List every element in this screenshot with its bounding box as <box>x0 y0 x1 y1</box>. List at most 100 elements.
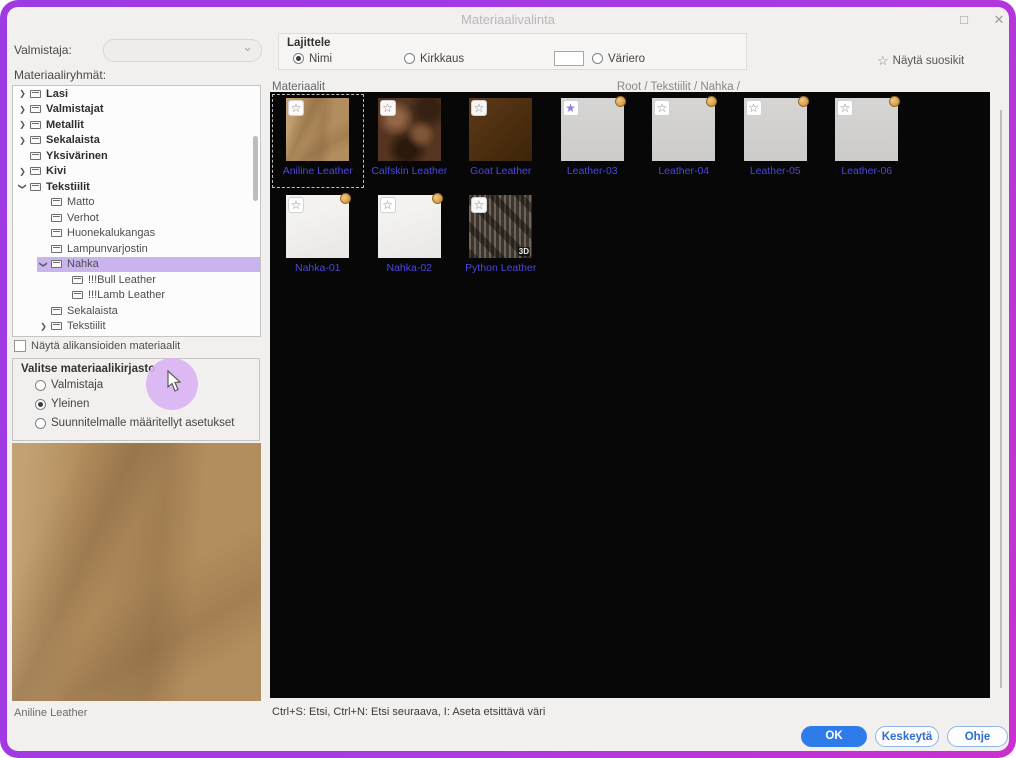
material-item-label: Leather-04 <box>638 165 730 177</box>
tree-item[interactable]: ❯Sekalaista <box>13 133 260 149</box>
material-item[interactable]: ☆ Leather-04 <box>638 94 730 188</box>
material-preview-image <box>12 443 261 701</box>
library-option[interactable]: Valmistaja <box>35 379 103 391</box>
maximize-button[interactable]: □ <box>953 10 975 30</box>
favorite-star-icon[interactable]: ☆ <box>654 100 670 116</box>
tree-arrow-icon[interactable]: ❯ <box>16 164 29 179</box>
tree-scrollbar[interactable] <box>253 136 258 201</box>
folder-icon <box>72 276 83 284</box>
tree-item[interactable]: ❯Tekstiilit <box>13 319 260 335</box>
tree-arrow-icon[interactable]: ❯ <box>16 102 29 117</box>
tree-item[interactable]: Yksivärinen <box>13 148 260 164</box>
material-item[interactable]: ☆Nahka-01 <box>272 191 364 285</box>
materials-canvas: ☆Aniline Leather☆Calfskin Leather☆Goat L… <box>270 92 990 698</box>
radio-icon <box>293 53 304 64</box>
tree-arrow-icon[interactable]: ❯ <box>15 180 30 193</box>
material-thumbnail: ☆ <box>744 98 807 161</box>
library-option[interactable]: Suunnitelmalle määritellyt asetukset <box>35 417 234 429</box>
material-thumbnail: ☆ <box>286 98 349 161</box>
folder-icon <box>30 90 41 98</box>
radio-icon <box>35 380 46 391</box>
material-item-label: Nahka-02 <box>364 262 456 274</box>
checkbox-label: Näytä alikansioiden materiaalit <box>31 340 180 352</box>
tree-item[interactable]: ❯Kivi <box>13 164 260 180</box>
tree-item-label: Valmistajat <box>46 103 103 115</box>
tree-item[interactable]: ❯Nahka <box>13 257 260 273</box>
material-item[interactable]: ☆3DPython Leather <box>455 191 547 285</box>
sort-option-label: Nimi <box>309 53 332 65</box>
favorite-star-icon[interactable]: ☆ <box>288 100 304 116</box>
tree-item-inner: Lampunvarjostin <box>37 241 260 257</box>
material-item[interactable]: ☆Goat Leather <box>455 94 547 188</box>
show-subfolder-materials-checkbox[interactable]: Näytä alikansioiden materiaalit <box>14 340 180 352</box>
material-thumbnail: ☆ <box>378 98 441 161</box>
tree-item[interactable]: !!!Lamb Leather <box>13 288 260 304</box>
tree-item[interactable]: ❯Metallit <box>13 117 260 133</box>
preview-caption: Aniline Leather <box>14 707 87 719</box>
tree-arrow-icon[interactable]: ❯ <box>37 319 50 334</box>
chevron-down-icon: ⌄ <box>242 39 253 55</box>
help-button[interactable]: Ohje <box>947 726 1008 747</box>
favorite-star-icon[interactable]: ☆ <box>746 100 762 116</box>
favorite-star-icon[interactable]: ☆ <box>288 197 304 213</box>
material-item[interactable]: ☆ Nahka-02 <box>364 191 456 285</box>
tree-item[interactable]: Sekalaista <box>13 303 260 319</box>
material-item[interactable]: ☆Aniline Leather <box>272 94 364 188</box>
modified-badge-icon <box>798 96 809 107</box>
manufacturer-label: Valmistaja: <box>14 43 72 57</box>
material-item[interactable]: ☆Leather-06 <box>821 94 913 188</box>
material-groups-label: Materiaaliryhmät: <box>14 68 106 82</box>
material-item[interactable]: ★Leather-03 <box>547 94 639 188</box>
favorite-star-icon[interactable]: ☆ <box>471 100 487 116</box>
tree-item[interactable]: !!!Bull Leather <box>13 272 260 288</box>
tree-item[interactable]: Huonekalukangas <box>13 226 260 242</box>
tree-item-inner: ❯ Valmistajat <box>16 102 260 118</box>
tree-item[interactable]: ❯ Valmistajat <box>13 102 260 118</box>
sort-option[interactable]: Väriero <box>554 51 645 66</box>
modified-badge-icon <box>615 96 626 107</box>
manufacturer-dropdown[interactable]: ⌄ <box>103 39 262 62</box>
sort-groupbox-title: Lajittele <box>287 37 330 49</box>
tree-item[interactable]: Matto <box>13 195 260 211</box>
cancel-button[interactable]: Keskeytä <box>875 726 939 747</box>
tree-item[interactable]: ❯Tekstiilit <box>13 179 260 195</box>
tree-item-label: Verhot <box>67 212 99 224</box>
tree-arrow-icon[interactable]: ❯ <box>16 133 29 148</box>
ok-button[interactable]: OK <box>801 726 867 747</box>
materials-tree: ❯Lasi❯Valmistajat❯Metallit❯SekalaistaYks… <box>12 85 261 337</box>
tree-item-inner: Huonekalukangas <box>37 226 260 242</box>
favorite-star-icon[interactable]: ☆ <box>837 100 853 116</box>
close-button[interactable]: ✕ <box>988 10 1009 30</box>
show-favorites-toggle[interactable]: ☆ Näytä suosikit <box>877 53 964 69</box>
materials-scrollbar[interactable] <box>1000 110 1002 688</box>
material-item-label: Leather-05 <box>730 165 822 177</box>
favorite-star-icon[interactable]: ☆ <box>471 197 487 213</box>
folder-icon <box>51 198 62 206</box>
sort-option[interactable]: Kirkkaus <box>404 53 464 65</box>
modified-badge-icon <box>340 193 351 204</box>
tree-arrow-icon[interactable]: ❯ <box>36 258 51 271</box>
sort-option[interactable]: Nimi <box>293 53 332 65</box>
tree-item[interactable]: ❯ Lasi <box>13 86 260 102</box>
material-selection-dialog: Materiaalivalinta □ ✕ Valmistaja: ⌄ Mate… <box>7 7 1009 751</box>
tree-item-label: Lasi <box>46 88 68 100</box>
folder-icon <box>51 245 62 253</box>
tree-arrow-icon[interactable]: ❯ <box>16 117 29 132</box>
favorite-star-icon[interactable]: ☆ <box>380 100 396 116</box>
folder-icon <box>51 322 62 330</box>
folder-icon <box>72 291 83 299</box>
recording-frame: Materiaalivalinta □ ✕ Valmistaja: ⌄ Mate… <box>0 0 1016 758</box>
folder-icon <box>51 260 62 268</box>
folder-icon <box>30 121 41 129</box>
tree-item-label: !!!Lamb Leather <box>88 289 165 301</box>
tree-arrow-icon[interactable]: ❯ <box>16 86 29 101</box>
tree-item[interactable]: Lampunvarjostin <box>13 241 260 257</box>
favorite-star-icon[interactable]: ★ <box>563 100 579 116</box>
tree-item[interactable]: Verhot <box>13 210 260 226</box>
material-thumbnail: ☆ <box>652 98 715 161</box>
material-item[interactable]: ☆Calfskin Leather <box>364 94 456 188</box>
material-item[interactable]: ☆ Leather-05 <box>730 94 822 188</box>
library-option[interactable]: Yleinen <box>35 398 89 410</box>
favorite-star-icon[interactable]: ☆ <box>380 197 396 213</box>
color-swatch[interactable] <box>554 51 584 66</box>
